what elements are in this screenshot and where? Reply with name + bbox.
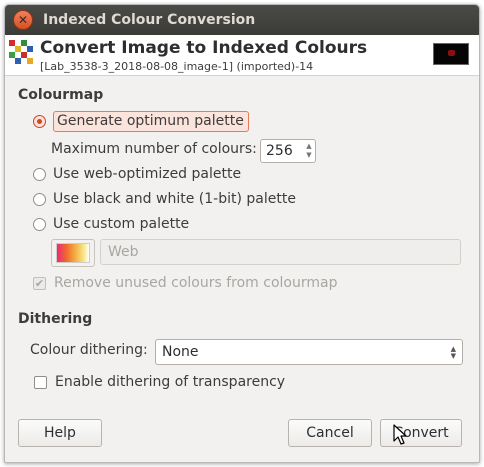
colourmap-section-label: Colourmap (18, 87, 104, 103)
radio-unchecked-icon[interactable] (33, 167, 46, 181)
radio-checked-icon[interactable] (33, 115, 46, 128)
select-arrows-icon[interactable]: ▲ ▼ (451, 346, 456, 360)
radio-bw-palette[interactable]: Use black and white (1-bit) palette (33, 191, 296, 207)
checkbox-unchecked-icon[interactable] (34, 375, 47, 389)
mouse-pointer-icon (393, 424, 407, 445)
header-title: Convert Image to Indexed Colours (40, 38, 368, 58)
max-colours-spinbutton[interactable]: 256 ▲ ▼ (260, 139, 316, 163)
radio-optimum-label[interactable]: Generate optimum palette (53, 111, 249, 132)
radio-unchecked-icon[interactable] (33, 192, 46, 206)
radio-bw-label[interactable]: Use black and white (1-bit) palette (53, 191, 296, 207)
dialog-window: ✕ Indexed Colour Conversion Convert Imag… (4, 4, 480, 463)
colour-dithering-row: Colour dithering: (30, 342, 148, 358)
palette-gradient-icon (56, 243, 90, 263)
spin-arrows-icon[interactable]: ▲ ▼ (303, 140, 315, 162)
colour-dithering-label: Colour dithering: (30, 342, 148, 358)
radio-web-palette[interactable]: Use web-optimized palette (33, 166, 241, 182)
checkbox-checked-icon: ✔ (33, 276, 46, 290)
close-icon[interactable]: ✕ (13, 10, 33, 30)
colour-dithering-value[interactable]: None (162, 344, 199, 360)
window-title: Indexed Colour Conversion (43, 12, 256, 28)
radio-web-label[interactable]: Use web-optimized palette (53, 166, 241, 182)
custom-palette-field: Web (100, 239, 461, 265)
remove-unused-row: ✔ Remove unused colours from colourmap (33, 275, 337, 291)
radio-unchecked-icon[interactable] (33, 217, 46, 231)
dithering-section-label: Dithering (18, 311, 93, 327)
gimp-indexed-grid-icon (9, 40, 33, 64)
title-bar: ✕ Indexed Colour Conversion (5, 5, 479, 35)
max-colours-row: Maximum number of colours: (51, 141, 257, 157)
colour-dithering-select[interactable]: None ▲ ▼ (155, 339, 463, 365)
max-colours-label: Maximum number of colours: (51, 141, 257, 157)
header-subtitle: [Lab_3538-3_2018-08-08_image-1] (importe… (40, 60, 314, 73)
dialog-header: Convert Image to Indexed Colours [Lab_35… (5, 35, 479, 76)
dither-transparency-row[interactable]: Enable dithering of transparency (34, 374, 285, 390)
remove-unused-label: Remove unused colours from colourmap (54, 275, 338, 291)
image-thumbnail (433, 43, 469, 65)
cancel-button[interactable]: Cancel (288, 419, 372, 447)
radio-optimum-palette[interactable]: Generate optimum palette (33, 111, 249, 132)
palette-picker-button (51, 239, 95, 267)
max-colours-value[interactable]: 256 (261, 143, 303, 159)
dither-transparency-label[interactable]: Enable dithering of transparency (55, 374, 285, 390)
radio-custom-label[interactable]: Use custom palette (53, 216, 189, 232)
help-button[interactable]: Help (18, 419, 102, 447)
radio-custom-palette[interactable]: Use custom palette (33, 216, 189, 232)
